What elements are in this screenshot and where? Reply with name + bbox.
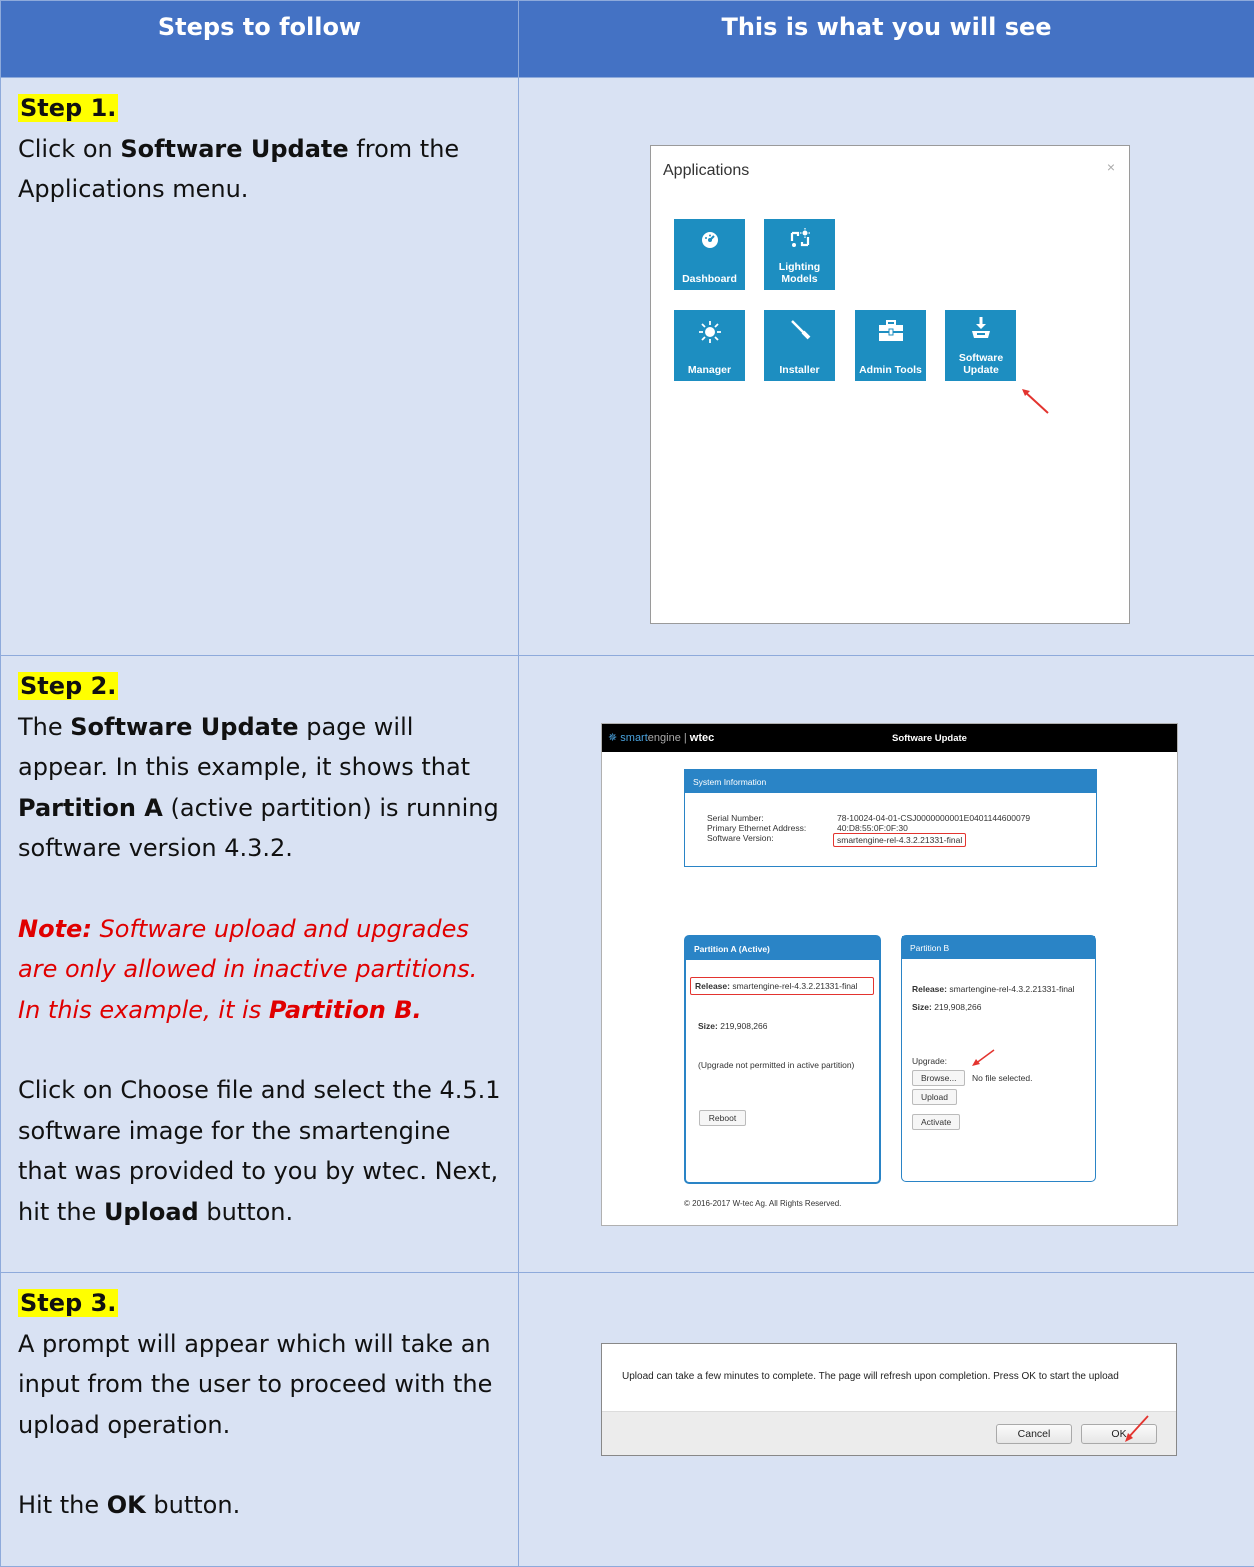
screwdriver-icon bbox=[764, 318, 835, 342]
annotation-arrow bbox=[970, 1048, 996, 1068]
ethernet-value: 40:D8:55:0F:0F:30 bbox=[837, 823, 1030, 833]
reboot-button[interactable]: Reboot bbox=[699, 1110, 746, 1126]
annotation-arrow bbox=[1122, 1414, 1150, 1444]
step-3-row: Step 3. A prompt will appear which will … bbox=[1, 1273, 1254, 1567]
tile-label: Dashboard bbox=[674, 273, 745, 285]
file-status: No file selected. bbox=[972, 1073, 1032, 1083]
cancel-button[interactable]: Cancel bbox=[996, 1424, 1072, 1444]
step-3-image-cell: Upload can take a few minutes to complet… bbox=[519, 1273, 1254, 1567]
tile-label: Lighting Models bbox=[764, 261, 835, 285]
step-2-paragraph-1: The Software Update page will appear. In… bbox=[18, 707, 502, 869]
tile-lighting-models[interactable]: Lighting Models bbox=[764, 219, 835, 290]
serial-label: Serial Number: bbox=[707, 813, 806, 823]
dialog-footer: Cancel OK bbox=[602, 1411, 1176, 1455]
table-header-row: Steps to follow This is what you will se… bbox=[1, 1, 1254, 78]
header-steps: Steps to follow bbox=[1, 1, 519, 78]
step-2-image-cell: ✵ smartengine | wtec Software Update Sys… bbox=[519, 656, 1254, 1273]
step-2-row: Step 2. The Software Update page will ap… bbox=[1, 656, 1254, 1273]
partition-a-note: (Upgrade not permitted in active partiti… bbox=[698, 1060, 854, 1070]
tile-manager[interactable]: Manager bbox=[674, 310, 745, 381]
smartengine-logo: ✵ smartengine | wtec bbox=[608, 731, 714, 744]
partition-a-size: Size: 219,908,266 bbox=[698, 1021, 768, 1031]
software-update-page: ✵ smartengine | wtec Software Update Sys… bbox=[601, 723, 1178, 1226]
panel-title: System Information bbox=[685, 770, 1096, 793]
partition-b-release: Release: smartengine-rel-4.3.2.21331-fin… bbox=[912, 984, 1075, 994]
applications-dialog: Applications × Dashboard Lighting Models bbox=[650, 145, 1130, 624]
gauge-icon bbox=[674, 231, 745, 255]
tile-installer[interactable]: Installer bbox=[764, 310, 835, 381]
copyright-footer: © 2016-2017 W-tec Ag. All Rights Reserve… bbox=[684, 1199, 841, 1208]
close-icon[interactable]: × bbox=[1107, 159, 1115, 175]
tile-label: Manager bbox=[674, 364, 745, 376]
step-3-paragraph-2: Hit the OK button. bbox=[18, 1485, 502, 1526]
step-3-title: Step 3. bbox=[18, 1289, 118, 1317]
step-1-title: Step 1. bbox=[18, 94, 118, 122]
step-1-instruction: Click on Software Update from the Applic… bbox=[18, 129, 502, 210]
step-2-text-cell: Step 2. The Software Update page will ap… bbox=[1, 656, 519, 1273]
tile-label: Software Update bbox=[951, 352, 1011, 376]
partition-a-panel: Partition A (Active) Release: smartengin… bbox=[684, 935, 881, 1184]
step-3-text-cell: Step 3. A prompt will appear which will … bbox=[1, 1273, 519, 1567]
serial-value: 78-10024-04-01-CSJ0000000001E04011446000… bbox=[837, 813, 1030, 823]
tile-label: Admin Tools bbox=[855, 364, 926, 376]
system-information-panel: System Information Serial Number: Primar… bbox=[684, 769, 1097, 867]
step-2-note: Note: Software upload and upgrades are o… bbox=[18, 909, 502, 1031]
tile-admin-tools[interactable]: Admin Tools bbox=[855, 310, 926, 381]
tile-software-update[interactable]: Software Update bbox=[945, 310, 1016, 381]
step-1-row: Step 1. Click on Software Update from th… bbox=[1, 78, 1254, 656]
tile-dashboard[interactable]: Dashboard bbox=[674, 219, 745, 290]
dialog-message: Upload can take a few minutes to complet… bbox=[622, 1371, 1167, 1382]
step-2-paragraph-3: Click on Choose file and select the 4.5.… bbox=[18, 1070, 502, 1232]
partition-a-title: Partition A (Active) bbox=[686, 937, 879, 960]
partition-a-release: Release: smartengine-rel-4.3.2.21331-fin… bbox=[690, 977, 874, 995]
version-label: Software Version: bbox=[707, 833, 806, 843]
annotation-arrow bbox=[1019, 386, 1051, 416]
header-see: This is what you will see bbox=[519, 1, 1254, 78]
dialog-title: Applications bbox=[663, 162, 749, 180]
lighting-models-icon bbox=[764, 227, 835, 251]
upload-button[interactable]: Upload bbox=[912, 1089, 957, 1105]
instruction-table: Steps to follow This is what you will se… bbox=[0, 0, 1254, 1567]
toolbox-icon bbox=[855, 320, 926, 344]
partition-b-panel: Partition B Release: smartengine-rel-4.3… bbox=[901, 935, 1096, 1182]
download-tray-icon bbox=[945, 316, 1016, 340]
upload-confirm-dialog: Upload can take a few minutes to complet… bbox=[601, 1343, 1177, 1456]
partition-b-title: Partition B bbox=[902, 936, 1095, 959]
partition-b-size: Size: 219,908,266 bbox=[912, 1002, 982, 1012]
activate-button[interactable]: Activate bbox=[912, 1114, 960, 1130]
page-title: Software Update bbox=[892, 733, 967, 744]
ethernet-label: Primary Ethernet Address: bbox=[707, 823, 806, 833]
step-1-image-cell: Applications × Dashboard Lighting Models bbox=[519, 78, 1254, 656]
version-value: smartengine-rel-4.3.2.21331-final bbox=[833, 833, 966, 847]
browse-button[interactable]: Browse... bbox=[912, 1070, 965, 1086]
tile-label: Installer bbox=[764, 364, 835, 376]
top-bar: ✵ smartengine | wtec Software Update bbox=[602, 724, 1177, 752]
upgrade-label: Upgrade: bbox=[912, 1056, 947, 1066]
sun-icon bbox=[674, 320, 745, 344]
step-1-text-cell: Step 1. Click on Software Update from th… bbox=[1, 78, 519, 656]
step-2-title: Step 2. bbox=[18, 672, 118, 700]
step-3-paragraph-1: A prompt will appear which will take an … bbox=[18, 1324, 502, 1446]
